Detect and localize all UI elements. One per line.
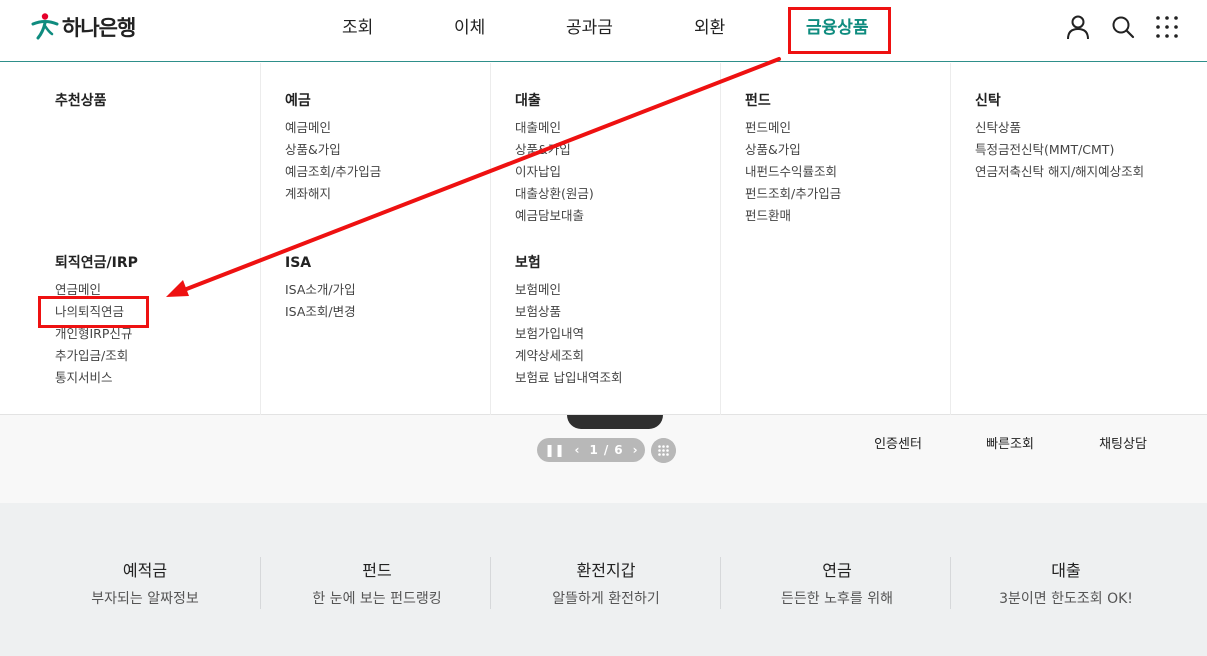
menu-link[interactable]: 상품&가입 (285, 139, 381, 161)
promo-divider (260, 557, 261, 609)
pause-icon[interactable]: ❚❚ (544, 443, 564, 457)
menu-title[interactable]: 펀드 (745, 91, 841, 111)
menu-title[interactable]: 퇴직연금/IRP (55, 253, 138, 273)
banner-pager[interactable]: ❚❚ ‹ 1 / 6 › (537, 438, 645, 462)
menu-link[interactable]: 이자납입 (515, 161, 594, 183)
quick-cert-center[interactable]: 인증센터 (853, 433, 943, 452)
promo-item-savings[interactable]: 예적금 부자되는 알짜정보 (30, 559, 260, 609)
menu-group-loan: 대출 대출메인 상품&가입 이자납입 대출상환(원금) 예금담보대출 (515, 91, 594, 227)
menu-link[interactable]: 펀드메인 (745, 117, 841, 139)
logo[interactable]: 하나은행 (30, 12, 136, 42)
menu-title[interactable]: ISA (285, 253, 356, 273)
menu-link[interactable]: 특정금전신탁(MMT/CMT) (975, 139, 1144, 161)
annotation-highlight-box (38, 296, 149, 328)
menu-group-recommended: 추천상품 (55, 91, 107, 117)
menu-link[interactable]: 대출메인 (515, 117, 594, 139)
hana-logo-icon (31, 13, 59, 40)
menu-link[interactable]: 상품&가입 (745, 139, 841, 161)
menu-link[interactable]: 보험료 납입내역조회 (515, 367, 622, 389)
promo-item-exchange-wallet[interactable]: 환전지갑 알뜰하게 환전하기 (491, 559, 721, 609)
menu-link[interactable]: ISA소개/가입 (285, 279, 356, 301)
menu-link[interactable]: 보험가입내역 (515, 323, 622, 345)
menu-link[interactable]: 보험메인 (515, 279, 622, 301)
menu-link[interactable]: ISA조회/변경 (285, 301, 356, 323)
search-icon[interactable] (1110, 14, 1136, 40)
menu-link[interactable]: 대출상환(원금) (515, 183, 594, 205)
menu-link[interactable]: 상품&가입 (515, 139, 594, 161)
menu-title[interactable]: 예금 (285, 91, 381, 111)
gnb-item-transfer[interactable]: 이체 (454, 16, 485, 40)
promo-subtitle: 든든한 노후를 위해 (781, 591, 893, 607)
gnb-item-inquiry[interactable]: 조회 (342, 16, 373, 40)
all-menu-icon[interactable] (1154, 14, 1180, 40)
menu-title[interactable]: 보험 (515, 253, 622, 273)
gnb-item-foreign-exchange[interactable]: 외환 (694, 16, 725, 40)
column-divider (720, 63, 721, 415)
menu-link[interactable]: 펀드조회/추가입금 (745, 183, 841, 205)
column-divider (490, 63, 491, 415)
promo-divider (720, 557, 721, 609)
promo-title: 예적금 (122, 561, 168, 580)
menu-link[interactable]: 신탁상품 (975, 117, 1144, 139)
user-icon[interactable] (1065, 14, 1091, 40)
menu-link[interactable]: 펀드환매 (745, 205, 841, 227)
promo-title: 환전지갑 (576, 561, 636, 580)
menu-link[interactable]: 추가입금/조회 (55, 345, 138, 367)
gnb-item-utility-bill[interactable]: 공과금 (566, 16, 613, 40)
promo-subtitle: 부자되는 알짜정보 (91, 591, 199, 607)
menu-title[interactable]: 추천상품 (55, 91, 107, 111)
grid-view-icon[interactable] (651, 438, 676, 463)
brand-name: 하나은행 (62, 16, 136, 40)
menu-link[interactable]: 보험상품 (515, 301, 622, 323)
menu-link[interactable]: 통지서비스 (55, 367, 138, 389)
banner-tab (567, 415, 663, 429)
quick-fast-inquiry[interactable]: 빠른조회 (965, 433, 1055, 452)
promo-item-pension[interactable]: 연금 든든한 노후를 위해 (722, 559, 952, 609)
pager-current: 1 (589, 443, 598, 457)
promo-item-fund[interactable]: 펀드 한 눈에 보는 펀드랭킹 (262, 559, 492, 609)
promo-item-loan[interactable]: 대출 3분이면 한도조회 OK! (951, 559, 1181, 609)
menu-group-insurance: 보험 보험메인 보험상품 보험가입내역 계약상세조회 보험료 납입내역조회 (515, 253, 622, 389)
menu-title[interactable]: 신탁 (975, 91, 1144, 111)
quick-chat-consult[interactable]: 채팅상담 (1078, 433, 1168, 452)
promo-subtitle: 알뜰하게 환전하기 (552, 591, 660, 607)
mega-menu: 추천상품 예금 예금메인 상품&가입 예금조회/추가입금 계좌해지 대출 대출메… (0, 63, 1207, 415)
promo-title: 연금 (822, 561, 852, 580)
menu-link[interactable]: 계좌해지 (285, 183, 381, 205)
menu-title[interactable]: 대출 (515, 91, 594, 111)
column-divider (260, 63, 261, 415)
promo-subtitle: 한 눈에 보는 펀드랭킹 (312, 591, 442, 607)
menu-link[interactable]: 예금조회/추가입금 (285, 161, 381, 183)
annotation-highlight-box (788, 7, 891, 54)
menu-group-trust: 신탁 신탁상품 특정금전신탁(MMT/CMT) 연금저축신탁 해지/해지예상조회 (975, 91, 1144, 183)
pager-separator: / (603, 443, 609, 457)
chevron-left-icon[interactable]: ‹ (575, 443, 580, 457)
promo-band: 예적금 부자되는 알짜정보 펀드 한 눈에 보는 펀드랭킹 환전지갑 알뜰하게 … (0, 503, 1207, 656)
menu-group-fund: 펀드 펀드메인 상품&가입 내펀드수익률조회 펀드조회/추가입금 펀드환매 (745, 91, 841, 227)
column-divider (950, 63, 951, 415)
menu-link[interactable]: 연금저축신탁 해지/해지예상조회 (975, 161, 1144, 183)
promo-title: 펀드 (362, 561, 392, 580)
hero-area: ❚❚ ‹ 1 / 6 › 인증센터 빠른조회 채팅상담 (0, 415, 1207, 503)
menu-group-isa: ISA ISA소개/가입 ISA조회/변경 (285, 253, 356, 323)
menu-link[interactable]: 계약상세조회 (515, 345, 622, 367)
menu-link[interactable]: 예금메인 (285, 117, 381, 139)
pager-total: 6 (614, 443, 623, 457)
menu-link[interactable]: 내펀드수익률조회 (745, 161, 841, 183)
promo-subtitle: 3분이면 한도조회 OK! (999, 591, 1133, 607)
menu-link[interactable]: 예금담보대출 (515, 205, 594, 227)
chevron-right-icon[interactable]: › (633, 443, 638, 457)
header: 하나은행 조회 이체 공과금 외환 금융상품 (0, 0, 1207, 62)
menu-group-deposit: 예금 예금메인 상품&가입 예금조회/추가입금 계좌해지 (285, 91, 381, 205)
promo-title: 대출 (1051, 561, 1081, 580)
